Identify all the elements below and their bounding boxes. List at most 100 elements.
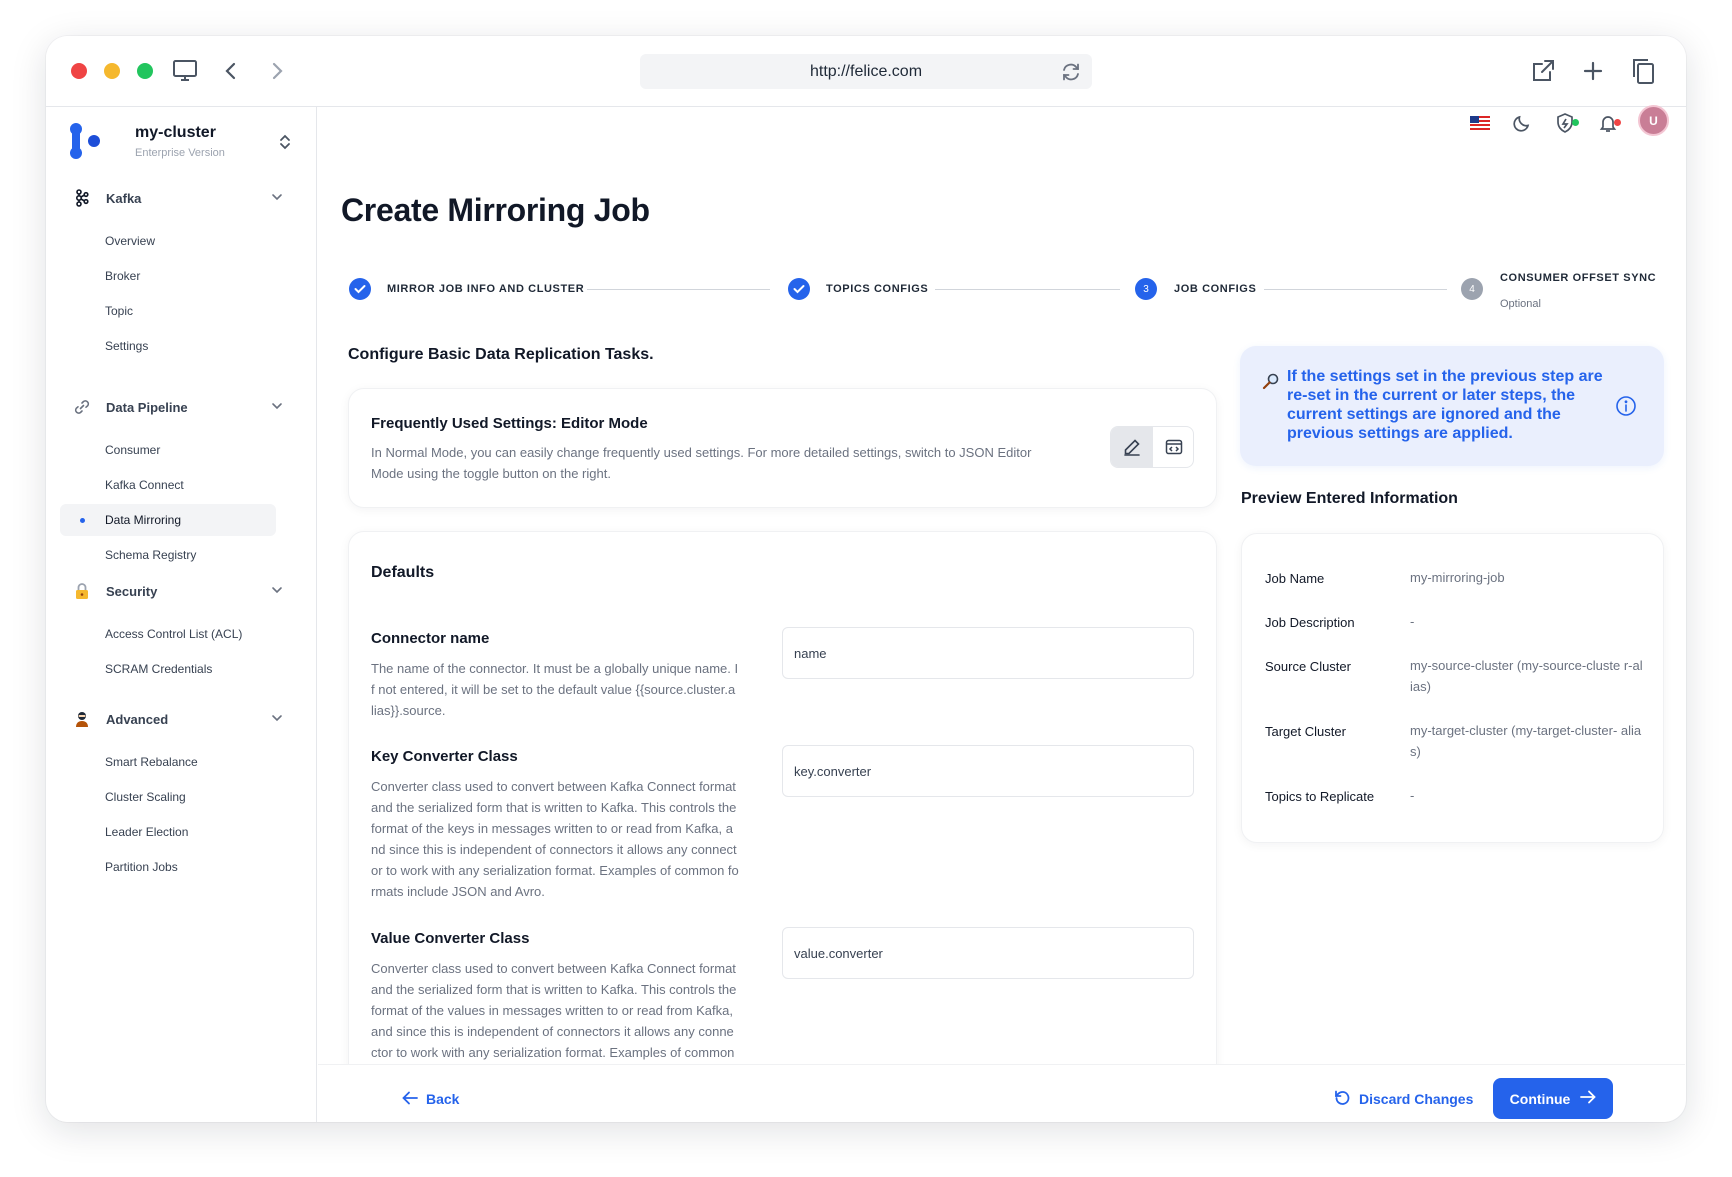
step-2-check-icon: [788, 278, 810, 300]
sidebar-section-advanced[interactable]: Advanced: [70, 707, 282, 731]
arrow-left-icon: [402, 1091, 418, 1108]
monitor-icon[interactable]: [170, 56, 200, 86]
back-button[interactable]: Back: [402, 1088, 459, 1110]
sidebar-section-data-pipeline[interactable]: Data Pipeline: [70, 395, 282, 419]
sidebar: my-cluster Enterprise Version Kafka Over…: [46, 107, 317, 1122]
description-line: or to work with any serialization format…: [371, 863, 739, 878]
json-editor-icon[interactable]: [1153, 427, 1193, 467]
normal-mode-pencil-icon[interactable]: [1111, 427, 1153, 467]
step-3-number: 3: [1135, 278, 1157, 300]
connector-name-input[interactable]: [782, 627, 1194, 679]
sidebar-item-broker[interactable]: Broker: [60, 260, 276, 292]
value-converter-title: Value Converter Class: [371, 930, 530, 947]
description-line: In Normal Mode, you can easily change fr…: [371, 445, 1032, 460]
sidebar-item-schema-registry[interactable]: Schema Registry: [60, 539, 276, 571]
sidebar-section-kafka[interactable]: Kafka: [70, 186, 282, 210]
sidebar-item-scram-credentials[interactable]: SCRAM Credentials: [60, 653, 276, 685]
chevron-down-icon: [270, 583, 284, 597]
copy-tabs-icon[interactable]: [1628, 56, 1658, 86]
sidebar-section-security[interactable]: Security: [70, 579, 282, 603]
url-text: http://felice.com: [809, 62, 923, 80]
forward-nav-icon[interactable]: [262, 56, 292, 86]
minimize-window-button[interactable]: [104, 63, 120, 79]
notification-dot: [1614, 119, 1621, 126]
discard-changes-button[interactable]: Discard Changes: [1333, 1088, 1473, 1110]
us-flag-icon[interactable]: [1467, 110, 1493, 136]
description-line: and the serialized form that is written …: [371, 800, 737, 815]
sidebar-item-settings[interactable]: Settings: [60, 330, 276, 362]
preview-value: my-mirroring-job: [1410, 570, 1505, 585]
key-converter-input[interactable]: [782, 745, 1194, 797]
connector-name-description: The name of the connector. It must be a …: [371, 658, 759, 721]
step-4-number: 4: [1461, 278, 1483, 300]
chevron-down-icon: [270, 711, 284, 725]
status-dot: [1572, 119, 1579, 126]
preview-label: Job Name: [1265, 571, 1325, 586]
refresh-icon[interactable]: [1060, 61, 1082, 83]
preview-label: Target Cluster: [1265, 724, 1346, 739]
step-4-label: CONSUMER OFFSET SYNC: [1500, 272, 1657, 284]
info-icon[interactable]: [1615, 395, 1637, 417]
value-converter-description: Converter class used to convert between …: [371, 958, 759, 1063]
description-line: Converter class used to convert between …: [371, 961, 736, 976]
cluster-edition: Enterprise Version: [135, 147, 225, 159]
sidebar-item-consumer[interactable]: Consumer: [60, 434, 276, 466]
close-window-button[interactable]: [71, 63, 87, 79]
cluster-switch-icon[interactable]: [278, 133, 292, 151]
editor-mode-title: Frequently Used Settings: Editor Mode: [371, 415, 648, 432]
preview-value: my-source-cluster (my-source-cluste r-al…: [1410, 658, 1643, 694]
continue-button-label: Continue: [1509, 1090, 1571, 1107]
sidebar-item-partition-jobs[interactable]: Partition Jobs: [60, 851, 276, 883]
description-line: Mode using the toggle button on the righ…: [371, 466, 611, 481]
continue-button[interactable]: Continue: [1493, 1078, 1613, 1119]
maximize-window-button[interactable]: [137, 63, 153, 79]
description-line: Converter class used to convert between …: [371, 779, 736, 794]
preview-card: Job Name my-mirroring-job Job Descriptio…: [1241, 533, 1664, 843]
sidebar-item-cluster-scaling[interactable]: Cluster Scaling: [60, 781, 276, 813]
cluster-name: my-cluster: [135, 124, 216, 141]
open-external-icon[interactable]: [1528, 56, 1558, 86]
value-converter-input[interactable]: [782, 927, 1194, 979]
magnifier-icon: [1262, 372, 1280, 390]
app-logo-icon: [68, 123, 102, 159]
step-4-sublabel: Optional: [1500, 298, 1541, 310]
sidebar-item-topic[interactable]: Topic: [60, 295, 276, 327]
description-line: and the serialized form that is written …: [371, 982, 737, 997]
sidebar-item-data-mirroring[interactable]: Data Mirroring: [60, 504, 276, 536]
browser-toolbar: http://felice.com: [46, 36, 1686, 107]
description-line: format of the values in messages written…: [371, 1003, 733, 1018]
chevron-down-icon: [270, 399, 284, 413]
avatar[interactable]: U: [1638, 105, 1669, 136]
step-1-label: MIRROR JOB INFO AND CLUSTER: [387, 283, 585, 295]
editor-mode-card: Frequently Used Settings: Editor Mode In…: [348, 388, 1217, 508]
description-line: The name of the connector. It must be a …: [371, 661, 739, 676]
arrow-right-icon: [1580, 1090, 1597, 1107]
sidebar-item-smart-rebalance[interactable]: Smart Rebalance: [60, 746, 276, 778]
sidebar-section-label: Security: [106, 583, 158, 599]
section-heading: Configure Basic Data Replication Tasks.: [348, 346, 654, 363]
editor-mode-description: In Normal Mode, you can easily change fr…: [371, 442, 1071, 484]
description-line: and since this is independent of connect…: [371, 1024, 734, 1039]
step-1-check-icon: [349, 278, 371, 300]
step-connector: [935, 289, 1120, 290]
info-callout: If the settings set in the previous step…: [1240, 346, 1664, 466]
footer-bar: [318, 1064, 1685, 1122]
moon-icon[interactable]: [1509, 110, 1535, 136]
discard-button-label: Discard Changes: [1359, 1091, 1474, 1107]
preview-title: Preview Entered Information: [1241, 490, 1458, 507]
description-line: nd since this is independent of connecto…: [371, 842, 737, 857]
preview-value: -: [1410, 614, 1415, 629]
address-bar[interactable]: http://felice.com: [640, 54, 1092, 89]
sidebar-item-kafka-connect[interactable]: Kafka Connect: [60, 469, 276, 501]
back-nav-icon[interactable]: [216, 56, 246, 86]
link-icon: [70, 395, 94, 419]
sidebar-item-leader-election[interactable]: Leader Election: [60, 816, 276, 848]
description-line: rmats include JSON and Avro.: [371, 884, 545, 899]
description-line: lias}}.source.: [371, 703, 446, 718]
preview-value: -: [1410, 788, 1415, 803]
sidebar-item-overview[interactable]: Overview: [60, 225, 276, 257]
new-tab-icon[interactable]: [1578, 56, 1608, 86]
page-title: Create Mirroring Job: [341, 192, 650, 228]
sidebar-item-acl[interactable]: Access Control List (ACL): [60, 618, 276, 650]
active-indicator: [80, 518, 85, 523]
